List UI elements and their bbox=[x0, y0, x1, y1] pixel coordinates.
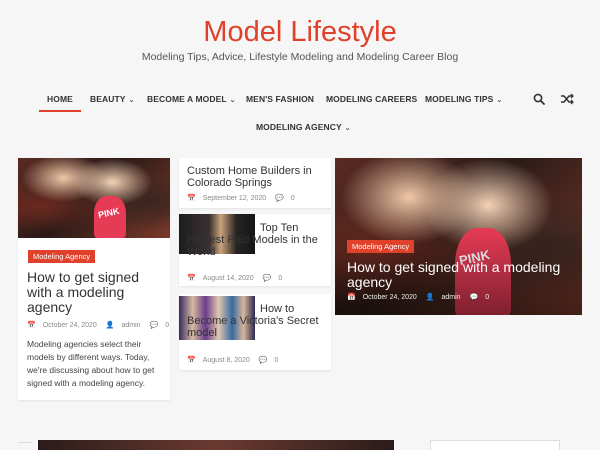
post-meta: 📅 September 12, 2020 💬 0 bbox=[187, 194, 302, 202]
post-title[interactable]: Custom Home Builders in Colorado Springs bbox=[187, 165, 327, 189]
post-comments[interactable]: 0 bbox=[165, 322, 169, 329]
post-comments[interactable]: 0 bbox=[278, 275, 282, 282]
comment-icon: 💬 bbox=[275, 195, 284, 202]
site-title[interactable]: Model Lifestyle bbox=[0, 16, 600, 49]
category-badge[interactable]: Modeling Agency bbox=[28, 250, 96, 263]
calendar-icon: 📅 bbox=[347, 294, 356, 301]
nav-item-label: MODELING CAREERS bbox=[326, 94, 418, 104]
post-title[interactable]: How to get signed with a modeling agency bbox=[27, 270, 165, 315]
post-meta: 📅 August 8, 2020 💬 0 bbox=[187, 356, 285, 364]
sidebar-widget bbox=[430, 440, 560, 450]
nav-active-indicator bbox=[39, 110, 81, 112]
nav-item-become-a-model[interactable]: BECOME A MODEL ⌄ bbox=[147, 94, 236, 104]
calendar-icon: 📅 bbox=[27, 322, 36, 329]
nav-item-label: MODELING AGENCY bbox=[256, 122, 342, 132]
search-icon[interactable] bbox=[533, 92, 545, 105]
user-icon: 👤 bbox=[105, 322, 115, 329]
featured-post-card-left: PINK Modeling Agency How to get signed w… bbox=[18, 158, 170, 400]
comment-icon: 💬 bbox=[262, 275, 272, 282]
comment-icon: 💬 bbox=[149, 322, 159, 329]
calendar-icon: 📅 bbox=[187, 275, 196, 282]
chevron-down-icon: ⌄ bbox=[496, 97, 503, 104]
post-date[interactable]: October 24, 2020 bbox=[43, 322, 97, 329]
post-author[interactable]: admin bbox=[121, 322, 140, 329]
post-meta: 📅 August 14, 2020 💬 0 bbox=[187, 274, 289, 282]
small-post-card: How to Become a Victoria's Secret model … bbox=[179, 294, 331, 370]
nav-item-modeling-tips[interactable]: MODELING TIPS ⌄ bbox=[425, 94, 502, 104]
calendar-icon: 📅 bbox=[187, 357, 196, 364]
post-title[interactable]: Top Ten Highest Paid Models in the World bbox=[187, 222, 327, 258]
post-comments[interactable]: 0 bbox=[274, 357, 278, 364]
category-badge[interactable]: Modeling Agency bbox=[347, 240, 415, 253]
comment-icon: 💬 bbox=[469, 294, 479, 301]
post-title[interactable]: How to get signed with a modeling agency bbox=[347, 260, 572, 290]
post-author[interactable]: admin bbox=[441, 294, 460, 301]
divider bbox=[18, 442, 33, 443]
calendar-icon: 📅 bbox=[187, 195, 196, 202]
nav-item-beauty[interactable]: BEAUTY ⌄ bbox=[90, 94, 135, 104]
post-date[interactable]: August 8, 2020 bbox=[203, 357, 250, 364]
post-date[interactable]: September 12, 2020 bbox=[203, 195, 266, 202]
site-description: Modeling Tips, Advice, Lifestyle Modelin… bbox=[141, 51, 459, 63]
post-meta: 📅 October 24, 2020 👤 admin 💬 0 bbox=[27, 321, 176, 329]
random-icon[interactable] bbox=[560, 92, 574, 105]
next-section-image[interactable] bbox=[38, 440, 394, 450]
user-icon: 👤 bbox=[425, 294, 435, 301]
post-excerpt: Modeling agencies select their models by… bbox=[27, 339, 155, 388]
comment-icon: 💬 bbox=[258, 357, 268, 364]
nav-item-label: HOME bbox=[47, 94, 73, 104]
featured-post-image[interactable]: PINK bbox=[18, 158, 170, 238]
small-post-card: Top Ten Highest Paid Models in the World… bbox=[179, 214, 331, 286]
nav-item-modeling-agency[interactable]: MODELING AGENCY ⌄ bbox=[256, 122, 351, 132]
nav-item-label: BECOME A MODEL bbox=[147, 94, 227, 104]
nav-item-mens-fashion[interactable]: MEN'S FASHION bbox=[246, 94, 314, 104]
chevron-down-icon: ⌄ bbox=[344, 125, 351, 132]
post-comments[interactable]: 0 bbox=[291, 195, 295, 202]
nav-item-label: MODELING TIPS bbox=[425, 94, 494, 104]
post-comments[interactable]: 0 bbox=[485, 294, 489, 301]
post-meta: 📅 October 24, 2020 👤 admin 💬 0 bbox=[347, 293, 496, 301]
small-post-card: Custom Home Builders in Colorado Springs… bbox=[179, 158, 331, 208]
post-title[interactable]: How to Become a Victoria's Secret model bbox=[187, 303, 327, 339]
nav-item-home[interactable]: HOME bbox=[47, 94, 73, 104]
post-date[interactable]: August 14, 2020 bbox=[203, 275, 254, 282]
nav-item-label: MEN'S FASHION bbox=[246, 94, 315, 104]
post-date[interactable]: October 24, 2020 bbox=[363, 294, 417, 301]
chevron-down-icon: ⌄ bbox=[128, 97, 135, 104]
featured-post-hero[interactable]: PINK Modeling Agency How to get signed w… bbox=[335, 158, 582, 315]
chevron-down-icon: ⌄ bbox=[229, 97, 236, 104]
nav-item-label: BEAUTY bbox=[90, 94, 126, 104]
nav-item-modeling-careers[interactable]: MODELING CAREERS bbox=[326, 94, 417, 104]
